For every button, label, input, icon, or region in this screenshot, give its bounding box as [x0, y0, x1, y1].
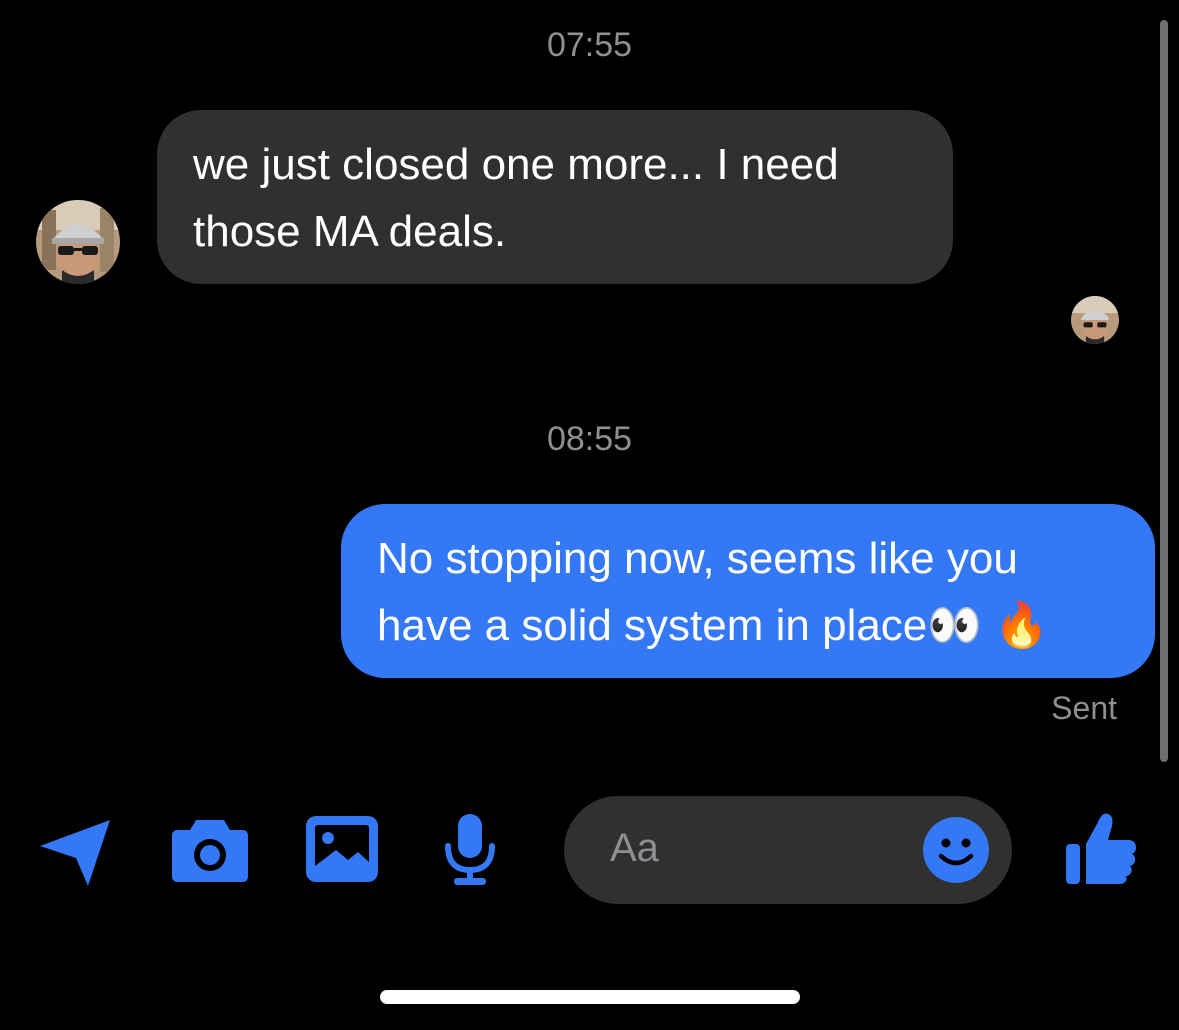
timestamp: 08:55	[546, 420, 633, 458]
home-indicator[interactable]	[380, 990, 800, 1004]
emoji-smile-icon[interactable]	[922, 816, 990, 884]
message-text-line: No stopping now, seems like you	[377, 534, 1018, 583]
scrollbar[interactable]	[1160, 20, 1168, 762]
outgoing-message-bubble[interactable]: No stopping now, seems like you have a s…	[341, 504, 1155, 678]
message-text-line: we just closed one more... I need	[193, 140, 839, 189]
read-receipt-avatar	[1071, 296, 1119, 344]
microphone-icon[interactable]	[440, 814, 500, 886]
camera-icon[interactable]	[172, 818, 248, 882]
avatar-photo	[36, 200, 120, 284]
message-status: Sent	[1051, 690, 1117, 726]
message-input[interactable]	[610, 820, 900, 876]
incoming-message-bubble[interactable]: we just closed one more... I need those …	[157, 110, 953, 284]
avatar-photo	[1071, 296, 1119, 344]
thumbs-up-icon[interactable]	[1064, 810, 1138, 886]
contact-avatar[interactable]	[36, 200, 120, 284]
photo-gallery-icon[interactable]	[306, 816, 378, 882]
timestamp: 07:55	[546, 26, 633, 64]
message-text-line: have a solid system in place👀 🔥	[377, 601, 1050, 650]
message-composer[interactable]	[564, 796, 1012, 904]
location-arrow-icon[interactable]	[38, 818, 112, 888]
message-text-line: those MA deals.	[193, 207, 507, 256]
